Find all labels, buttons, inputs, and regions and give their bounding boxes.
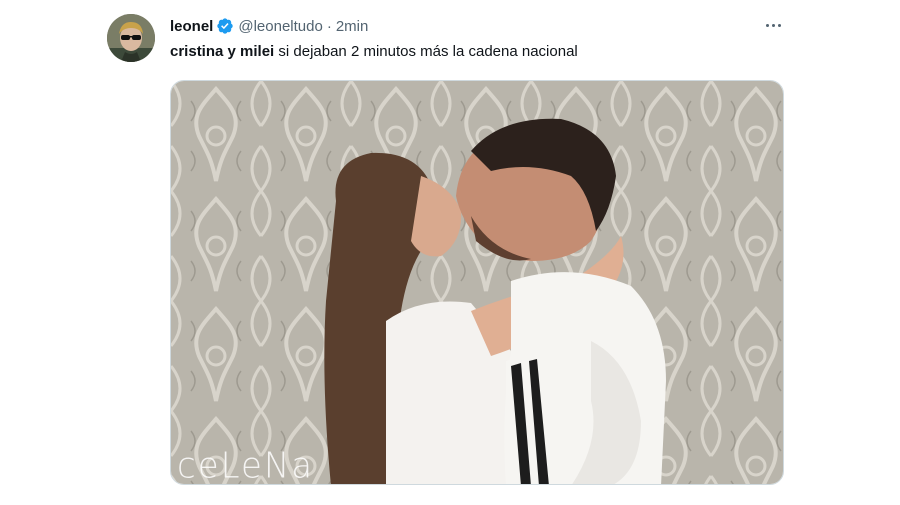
tweet-text-bold: cristina y milei [170,43,275,60]
tweet-media-photo[interactable]: ceLeNa [170,80,784,485]
user-handle[interactable]: @leoneltudo [238,18,322,35]
avatar-image [107,14,155,62]
tweet-header: leonel @leoneltudo · 2min [170,16,368,36]
tweet: leonel @leoneltudo · 2min cristina y mil… [0,0,900,505]
timestamp[interactable]: 2min [336,18,369,35]
tweet-text: cristina y milei si dejaban 2 minutos má… [170,42,578,62]
tweet-text-rest: si dejaban 2 minutos más la cadena nacio… [274,43,578,60]
display-name[interactable]: leonel [170,18,213,35]
separator-dot: · [326,17,332,35]
verified-badge-icon [217,18,234,34]
photo-kiss-image [171,81,783,484]
more-options-icon[interactable] [758,14,788,36]
avatar[interactable] [107,14,155,62]
photo-watermark: ceLeNa [177,445,315,485]
